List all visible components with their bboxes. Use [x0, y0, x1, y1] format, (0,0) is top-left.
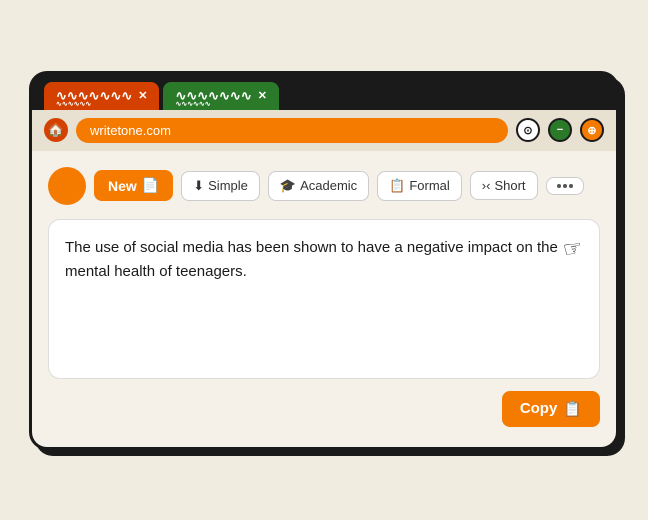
orange-nav-btn[interactable]: ⊕: [580, 118, 604, 142]
circle-nav-btn[interactable]: ⊙: [516, 118, 540, 142]
academic-filter-btn[interactable]: 🎓 Academic: [268, 171, 369, 201]
short-icon: ›‹: [482, 178, 491, 193]
formal-icon: 📋: [389, 178, 405, 194]
dot-2: [563, 184, 567, 188]
new-icon: 📄: [142, 177, 159, 194]
copy-label: Copy: [520, 400, 558, 417]
tab-2[interactable]: ∿∿∿∿∿∿∿ ✕: [163, 82, 278, 110]
academic-icon: 🎓: [280, 178, 296, 194]
copy-button[interactable]: Copy 📋: [502, 391, 600, 427]
browser-window: ∿∿∿∿∿∿∿ ✕ ∿∿∿∿∿∿∿ ✕ 🏠 writetone.com ⊙ − …: [29, 71, 619, 450]
green-nav-btn[interactable]: −: [548, 118, 572, 142]
copy-icon: 📋: [563, 400, 582, 418]
tab-bar: ∿∿∿∿∿∿∿ ✕ ∿∿∿∿∿∿∿ ✕: [32, 74, 616, 110]
tab-2-label: ∿∿∿∿∿∿∿: [175, 88, 251, 104]
tab-2-close[interactable]: ✕: [258, 89, 267, 102]
tab-1-close[interactable]: ✕: [138, 89, 147, 102]
avatar: [48, 167, 86, 205]
short-label: Short: [494, 178, 525, 193]
text-content: The use of social media has been shown t…: [65, 236, 583, 284]
tab-1[interactable]: ∿∿∿∿∿∿∿ ✕: [44, 82, 159, 110]
academic-label: Academic: [300, 178, 357, 193]
more-options-btn[interactable]: [546, 177, 584, 195]
simple-filter-btn[interactable]: ⬇ Simple: [181, 171, 260, 201]
new-label: New: [108, 178, 137, 194]
new-button[interactable]: New 📄: [94, 170, 173, 201]
dot-1: [557, 184, 561, 188]
bottom-bar: Copy 📋: [48, 391, 600, 427]
address-bar[interactable]: writetone.com: [76, 118, 508, 143]
toolbar: New 📄 ⬇ Simple 🎓 Academic 📋 Formal ›‹ Sh…: [48, 167, 600, 205]
formal-filter-btn[interactable]: 📋 Formal: [377, 171, 462, 201]
simple-label: Simple: [208, 178, 248, 193]
short-filter-btn[interactable]: ›‹ Short: [470, 171, 538, 200]
home-icon[interactable]: 🏠: [44, 118, 68, 142]
formal-label: Formal: [409, 178, 449, 193]
text-area-container[interactable]: The use of social media has been shown t…: [48, 219, 600, 379]
dot-3: [569, 184, 573, 188]
simple-icon: ⬇: [193, 178, 204, 194]
address-bar-area: 🏠 writetone.com ⊙ − ⊕: [32, 110, 616, 151]
main-content: New 📄 ⬇ Simple 🎓 Academic 📋 Formal ›‹ Sh…: [32, 151, 616, 447]
tab-1-label: ∿∿∿∿∿∿∿: [56, 88, 132, 104]
